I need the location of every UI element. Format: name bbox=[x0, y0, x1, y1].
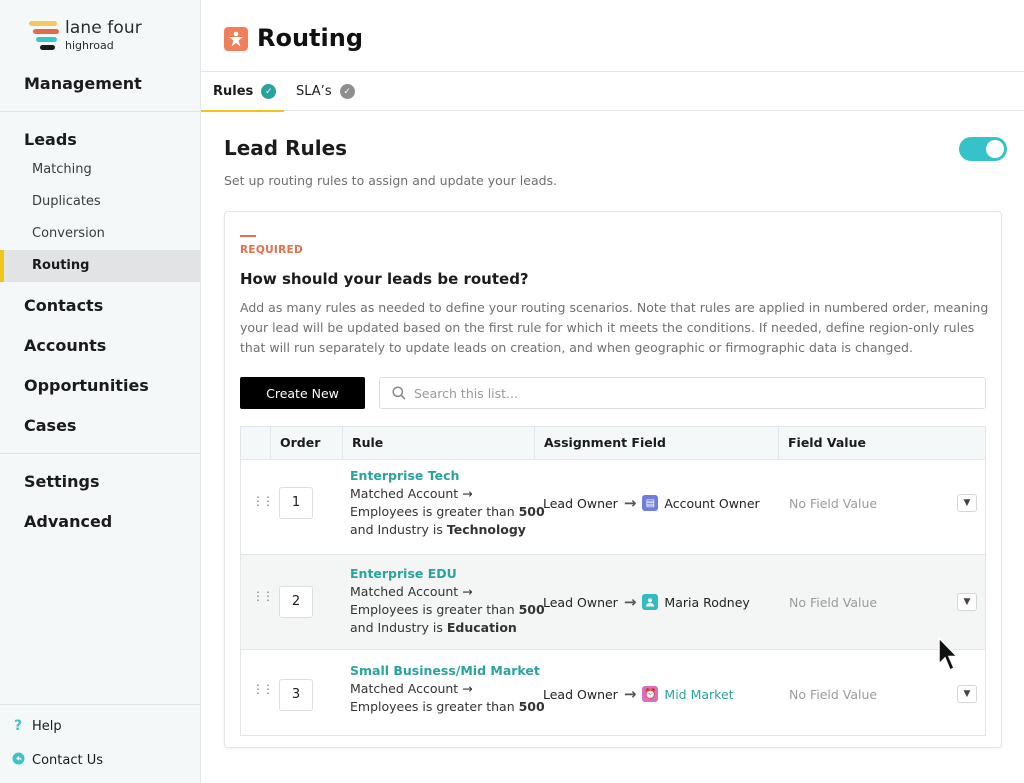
contact-us-label: Contact Us bbox=[32, 753, 103, 768]
divider bbox=[0, 453, 200, 454]
table-row[interactable]: ⋮⋮ 3 Small Business/Mid Market Matched A… bbox=[241, 650, 985, 735]
page-title: Routing bbox=[257, 24, 364, 52]
table-row[interactable]: ⋮⋮ 1 Enterprise Tech Matched Account → E… bbox=[241, 460, 985, 555]
tab-bar: Rules ✓ SLA’s ✓ bbox=[200, 72, 1024, 112]
rule-condition: and Industry is Education bbox=[350, 620, 517, 635]
account-icon: ▤ bbox=[642, 495, 659, 511]
lead-rules-toggle[interactable] bbox=[959, 137, 1007, 161]
contact-us-link[interactable]: Contact Us bbox=[12, 752, 103, 769]
page-header: Routing bbox=[201, 0, 1024, 72]
sidebar-item-accounts[interactable]: Accounts bbox=[24, 336, 106, 355]
assignment-field: Lead Owner bbox=[543, 686, 618, 702]
check-circle-icon: ✓ bbox=[261, 84, 277, 99]
routing-icon bbox=[224, 27, 248, 51]
sidebar-item-settings[interactable]: Settings bbox=[24, 472, 100, 491]
queue-icon: ⏰ bbox=[642, 686, 659, 702]
chat-icon bbox=[12, 752, 25, 769]
section-title: Lead Rules bbox=[224, 136, 348, 160]
tab-rules-label: Rules bbox=[213, 84, 254, 99]
sidebar-item-cases[interactable]: Cases bbox=[24, 416, 76, 435]
table-header: Order Rule Assignment Field Field Value bbox=[241, 427, 985, 460]
divider bbox=[0, 704, 200, 705]
sidebar-item-duplicates[interactable]: Duplicates bbox=[0, 186, 200, 218]
required-label: REQUIRED bbox=[240, 244, 303, 256]
arrow-right-icon: → bbox=[623, 685, 637, 703]
sidebar: lane four highroad Management Leads Matc… bbox=[0, 0, 201, 783]
rule-name-link[interactable]: Small Business/Mid Market bbox=[350, 662, 545, 680]
routing-rules-card: REQUIRED How should your leads be routed… bbox=[224, 211, 1002, 748]
sidebar-item-opportunities[interactable]: Opportunities bbox=[24, 376, 149, 395]
rule-condition: Employees is greater than 500 bbox=[350, 504, 545, 519]
rule-condition: Matched Account → bbox=[350, 681, 473, 696]
drag-handle-icon[interactable]: ⋮⋮ bbox=[252, 590, 274, 602]
order-input[interactable]: 1 bbox=[279, 487, 313, 519]
rule-condition: Matched Account → bbox=[350, 584, 473, 599]
column-field-value[interactable]: Field Value bbox=[778, 427, 987, 459]
sidebar-item-routing[interactable]: Routing bbox=[0, 250, 200, 282]
assignment-cell: Lead Owner → Maria Rodney bbox=[543, 593, 750, 611]
divider bbox=[0, 111, 200, 112]
create-new-button[interactable]: Create New bbox=[240, 377, 365, 409]
search-input[interactable] bbox=[414, 385, 954, 401]
rule-condition: Matched Account → bbox=[350, 486, 473, 501]
sidebar-item-conversion[interactable]: Conversion bbox=[0, 218, 200, 250]
field-value: No Field Value bbox=[789, 687, 878, 702]
drag-handle-icon[interactable]: ⋮⋮ bbox=[252, 683, 274, 695]
user-icon bbox=[642, 594, 659, 610]
row-menu-dropdown[interactable]: ▼ bbox=[957, 685, 977, 703]
section-description: Set up routing rules to assign and updat… bbox=[224, 173, 558, 188]
field-value: No Field Value bbox=[789, 496, 878, 511]
field-value: No Field Value bbox=[789, 595, 878, 610]
rule-name-link[interactable]: Enterprise Tech bbox=[350, 467, 545, 485]
toggle-knob bbox=[986, 140, 1004, 158]
rules-table: Order Rule Assignment Field Field Value … bbox=[240, 426, 986, 736]
table-row[interactable]: ⋮⋮ 2 Enterprise EDU Matched Account → Em… bbox=[241, 555, 985, 650]
arrow-right-icon: → bbox=[623, 593, 637, 611]
question-icon: ? bbox=[13, 718, 23, 734]
sidebar-item-leads[interactable]: Leads bbox=[24, 130, 77, 149]
tab-slas-label: SLA’s bbox=[296, 84, 332, 99]
assignment-field: Lead Owner bbox=[543, 594, 618, 610]
column-assignment-field[interactable]: Assignment Field bbox=[534, 427, 778, 459]
tab-rules[interactable]: Rules ✓ bbox=[200, 72, 285, 112]
logo-sub: highroad bbox=[65, 39, 114, 52]
assignment-target: Maria Rodney bbox=[664, 594, 750, 610]
row-menu-dropdown[interactable]: ▼ bbox=[957, 593, 977, 611]
rule-cell: Small Business/Mid Market Matched Accoun… bbox=[350, 662, 545, 716]
sidebar-item-management[interactable]: Management bbox=[24, 74, 142, 93]
drag-handle-icon[interactable]: ⋮⋮ bbox=[252, 495, 274, 507]
row-menu-dropdown[interactable]: ▼ bbox=[957, 494, 977, 512]
order-input[interactable]: 3 bbox=[279, 679, 313, 711]
sidebar-item-advanced[interactable]: Advanced bbox=[24, 512, 112, 531]
help-link[interactable]: ? Help bbox=[12, 718, 62, 734]
rule-condition: Employees is greater than 500 bbox=[350, 699, 545, 714]
search-box[interactable] bbox=[379, 377, 986, 409]
assignment-target-link[interactable]: Mid Market bbox=[664, 687, 733, 702]
tab-slas[interactable]: SLA’s ✓ bbox=[296, 72, 355, 111]
sidebar-item-contacts[interactable]: Contacts bbox=[24, 296, 103, 315]
column-rule[interactable]: Rule bbox=[342, 427, 534, 459]
logo-name: lane four bbox=[65, 18, 142, 38]
rule-condition: and Industry is Technology bbox=[350, 522, 526, 537]
mouse-cursor-icon bbox=[938, 637, 959, 672]
assignment-target: Account Owner bbox=[664, 495, 760, 511]
rule-cell: Enterprise Tech Matched Account → Employ… bbox=[350, 467, 545, 539]
card-description: Add as many rules as needed to define yo… bbox=[240, 300, 989, 355]
rule-name-link[interactable]: Enterprise EDU bbox=[350, 565, 545, 583]
required-marker bbox=[240, 235, 256, 237]
rule-condition: Employees is greater than 500 bbox=[350, 602, 545, 617]
order-input[interactable]: 2 bbox=[279, 586, 313, 618]
assignment-cell: Lead Owner → ⏰ Mid Market bbox=[543, 685, 734, 703]
search-icon bbox=[392, 386, 406, 400]
check-circle-icon: ✓ bbox=[339, 84, 355, 99]
assignment-cell: Lead Owner → ▤ Account Owner bbox=[543, 494, 760, 512]
column-order[interactable]: Order bbox=[270, 427, 342, 459]
arrow-right-icon: → bbox=[623, 494, 637, 512]
sidebar-item-matching[interactable]: Matching bbox=[0, 154, 200, 186]
rule-cell: Enterprise EDU Matched Account → Employe… bbox=[350, 565, 545, 637]
assignment-field: Lead Owner bbox=[543, 495, 618, 511]
logo: lane four highroad bbox=[29, 18, 189, 54]
card-question: How should your leads be routed? bbox=[240, 270, 529, 288]
help-label: Help bbox=[32, 718, 62, 734]
